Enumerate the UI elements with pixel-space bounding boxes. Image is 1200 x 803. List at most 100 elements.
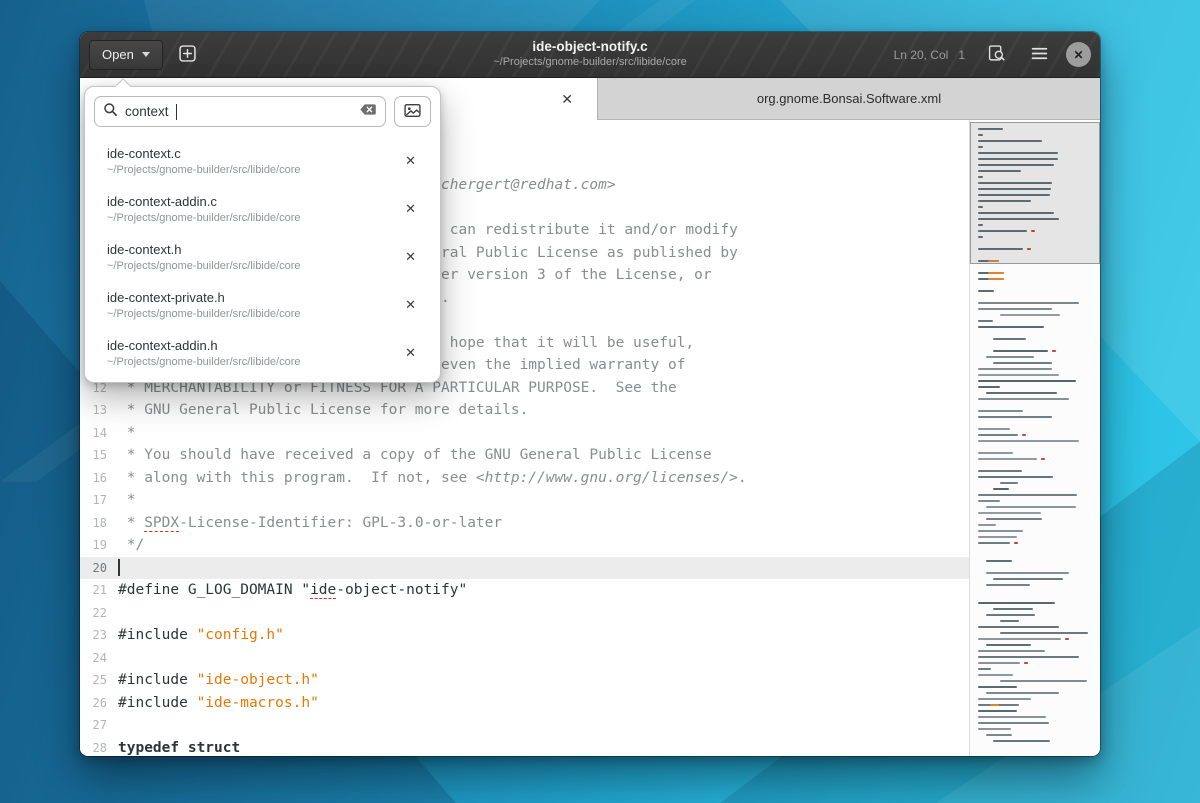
line-number: 20 — [80, 561, 118, 575]
minimap-viewport[interactable] — [970, 122, 1100, 264]
line-number: 13 — [80, 403, 118, 417]
recent-file-text: ide-context.h~/Projects/gnome-builder/sr… — [107, 242, 398, 272]
minimap-line — [978, 524, 996, 526]
minimap-line — [1041, 458, 1045, 460]
minimap-line — [978, 662, 1020, 664]
minimap-line — [986, 356, 1034, 358]
open-button[interactable]: Open — [89, 40, 163, 70]
window-subtitle: ~/Projects/gnome-builder/src/libide/core — [493, 57, 687, 71]
code-line: 13 * GNU General Public License for more… — [80, 399, 969, 422]
minimap-line — [1052, 350, 1056, 352]
minimap-line — [978, 452, 1013, 454]
minimap-line — [978, 440, 1079, 442]
minimap-line — [993, 578, 1063, 580]
new-tab-icon — [179, 45, 196, 65]
search-button[interactable] — [980, 40, 1012, 70]
minimap-line — [978, 320, 993, 322]
code-text: * SPDX-License-Identifier: GPL-3.0-or-la… — [118, 515, 502, 531]
minimap-line — [993, 608, 1033, 610]
minimap-line — [978, 530, 1023, 532]
search-input[interactable]: context — [94, 96, 386, 127]
code-text: * along with this program. If not, see <… — [118, 470, 747, 486]
recent-file-text: ide-context-private.h~/Projects/gnome-bu… — [107, 290, 398, 320]
recent-file-item[interactable]: ide-context-addin.c~/Projects/gnome-buil… — [94, 185, 431, 233]
minimap-line — [986, 692, 1059, 694]
recent-file-title: ide-context-private.h — [107, 290, 398, 305]
line-number: 14 — [80, 426, 118, 440]
minimap-line — [988, 272, 1004, 274]
minimap-line — [978, 728, 1011, 730]
minimap-line — [978, 602, 1055, 604]
recent-file-item[interactable]: ide-context-addin.h~/Projects/gnome-buil… — [94, 329, 431, 377]
minimap-line — [978, 674, 1013, 676]
line-number: 22 — [80, 606, 118, 620]
minimap-line — [978, 494, 1077, 496]
code-text: * GNU General Public License for more de… — [118, 402, 528, 418]
window-title-box: ide-object-notify.c ~/Projects/gnome-bui… — [493, 39, 687, 71]
code-line: 19 */ — [80, 534, 969, 557]
line-number: 23 — [80, 628, 118, 642]
recent-file-path: ~/Projects/gnome-builder/src/libide/core — [107, 164, 398, 176]
recent-file-item[interactable]: ide-context-private.h~/Projects/gnome-bu… — [94, 281, 431, 329]
code-line: 24 — [80, 647, 969, 670]
tab-inactive-bonsai-software[interactable]: org.gnome.Bonsai.Software.xml — [597, 78, 1100, 120]
new-tab-button[interactable] — [172, 40, 204, 70]
clear-search-icon[interactable] — [359, 102, 377, 122]
line-number: 21 — [80, 583, 118, 597]
code-line: 28typedef struct — [80, 737, 969, 757]
minimap-line — [978, 302, 1079, 304]
remove-recent-icon[interactable]: ✕ — [398, 342, 423, 364]
menu-button[interactable] — [1023, 40, 1055, 70]
minimap[interactable] — [969, 120, 1100, 756]
window-close-button[interactable]: ✕ — [1066, 42, 1091, 67]
remove-recent-icon[interactable]: ✕ — [398, 294, 423, 316]
minimap-line — [978, 626, 1059, 628]
minimap-line — [978, 470, 1022, 472]
code-text: * You should have received a copy of the… — [118, 447, 712, 463]
editor-caret — [118, 559, 120, 576]
code-text: * — [118, 492, 135, 508]
minimap-line — [978, 542, 1010, 544]
recent-file-title: ide-context.h — [107, 242, 398, 257]
open-button-label: Open — [102, 47, 134, 62]
minimap-line — [978, 638, 1061, 640]
line-number: 15 — [80, 448, 118, 462]
code-text: */ — [118, 537, 144, 553]
recent-file-title: ide-context-addin.c — [107, 194, 398, 209]
line-number: 18 — [80, 516, 118, 530]
minimap-line — [978, 668, 991, 670]
recent-file-item[interactable]: ide-context.c ~/Projects/gnome-builder/sr… — [94, 137, 431, 185]
minimap-line — [978, 500, 1000, 502]
minimap-line — [978, 536, 1017, 538]
remove-recent-icon[interactable]: ✕ — [398, 198, 423, 220]
tab-close-icon[interactable]: ✕ — [557, 89, 577, 110]
recent-file-item[interactable]: ide-context.h~/Projects/gnome-builder/sr… — [94, 233, 431, 281]
code-text: #include "ide-object.h" — [118, 672, 319, 688]
search-document-icon — [988, 45, 1005, 65]
hamburger-menu-icon — [1031, 46, 1048, 64]
recent-file-title: ide-context-addin.h — [107, 338, 398, 353]
minimap-line — [978, 410, 1023, 412]
line-number: 27 — [80, 718, 118, 732]
minimap-line — [986, 518, 1042, 520]
recent-file-title: ide-context.c — [107, 146, 398, 161]
minimap-line — [978, 290, 994, 292]
remove-recent-icon[interactable]: ✕ — [398, 246, 423, 268]
window-title: ide-object-notify.c — [493, 39, 687, 56]
code-text: * — [118, 425, 135, 441]
minimap-line — [1000, 620, 1019, 622]
remove-recent-icon[interactable]: ✕ — [398, 150, 423, 172]
code-line: 21#define G_LOG_DOMAIN "ide-object-notif… — [80, 579, 969, 602]
line-number: 19 — [80, 538, 118, 552]
line-number: 26 — [80, 696, 118, 710]
minimap-line — [986, 506, 1076, 508]
search-input-value: context — [125, 104, 169, 119]
recent-file-text: ide-context-addin.h~/Projects/gnome-buil… — [107, 338, 398, 368]
minimap-line — [978, 416, 1052, 418]
minimap-line — [986, 614, 1035, 616]
code-line: 17 * — [80, 489, 969, 512]
minimap-line — [978, 380, 1076, 382]
open-file-chooser-button[interactable] — [394, 96, 431, 127]
open-results-list: ide-context.c ~/Projects/gnome-builder/sr… — [94, 137, 431, 377]
minimap-line — [988, 278, 1004, 280]
